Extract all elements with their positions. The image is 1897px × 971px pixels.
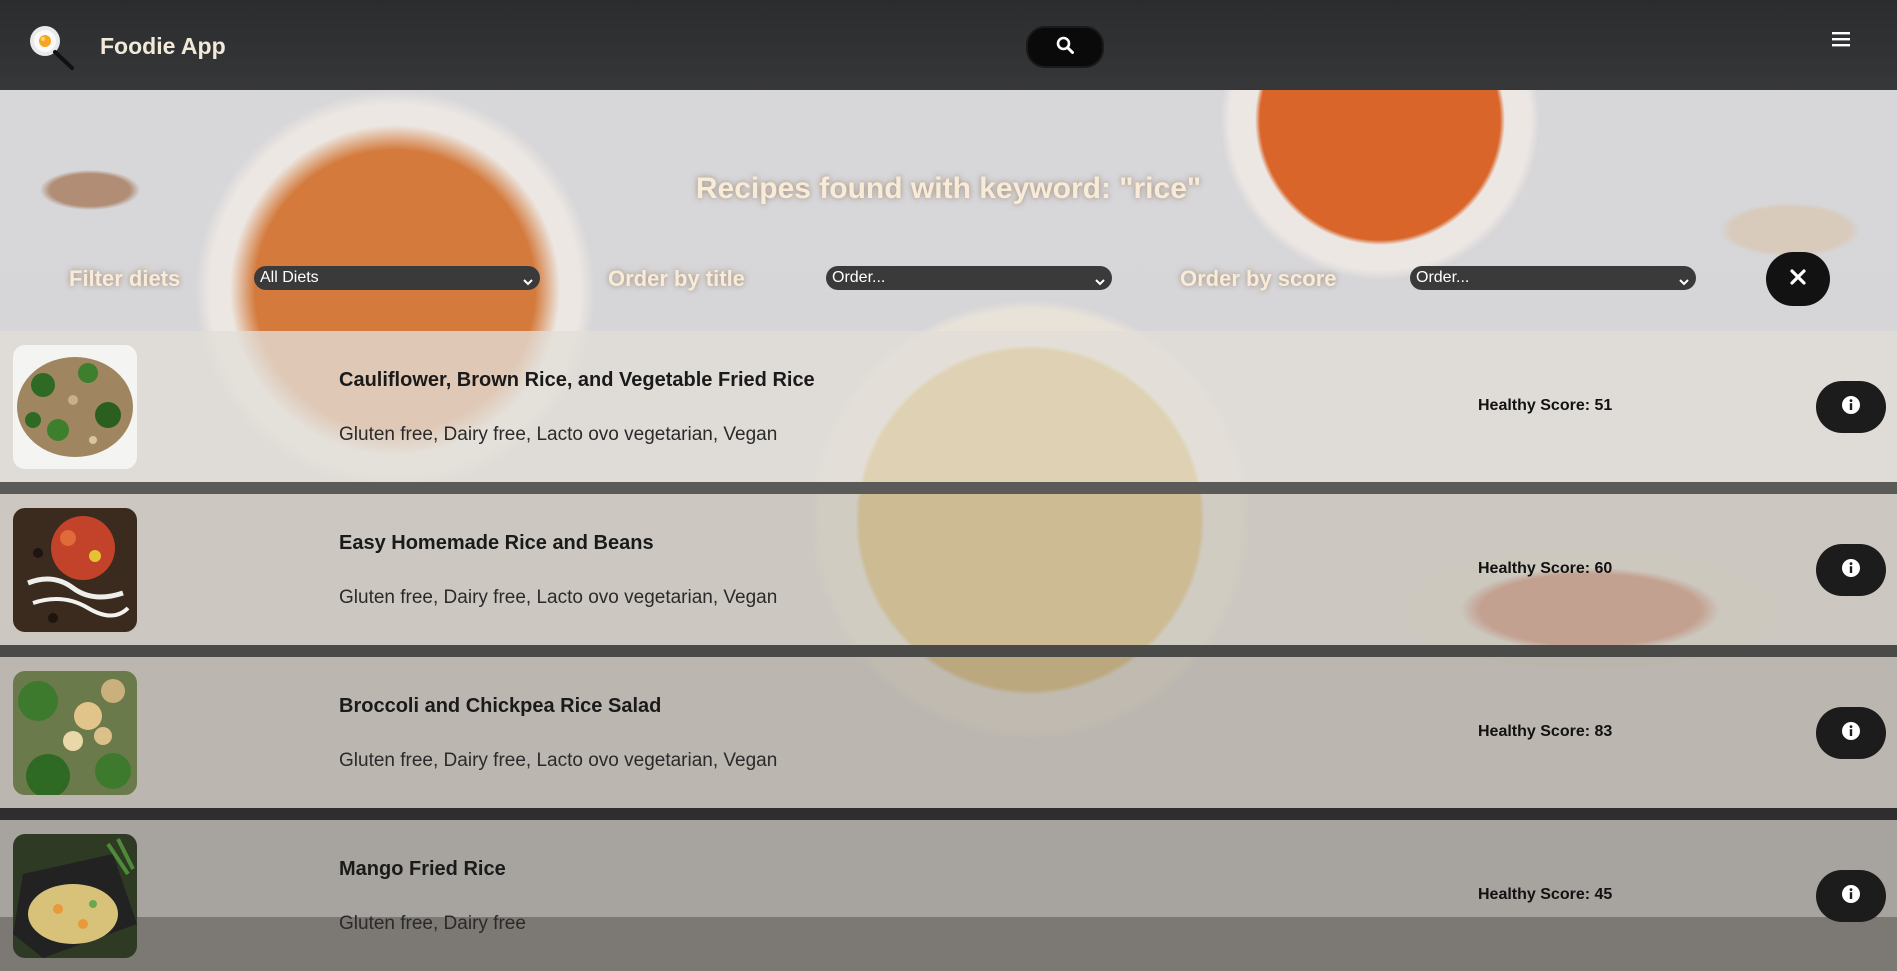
recipe-info-button[interactable] (1816, 381, 1886, 433)
close-icon (1789, 268, 1807, 290)
row-divider (0, 808, 1897, 820)
recipe-info-button[interactable] (1816, 870, 1886, 922)
recipe-diets: Gluten free, Dairy free, Lacto ovo veget… (339, 587, 778, 608)
order-title-label: Order by title (608, 266, 745, 291)
row-divider (0, 482, 1897, 494)
top-navbar: Foodie App (0, 0, 1897, 90)
recipe-title[interactable]: Broccoli and Chickpea Rice Salad (339, 695, 661, 718)
page-heading: Recipes found with keyword: "rice" (695, 172, 1202, 205)
recipe-info-button[interactable] (1816, 707, 1886, 759)
recipe-thumbnail[interactable] (13, 345, 137, 469)
healthy-score: Healthy Score: 51 (1478, 397, 1613, 414)
search-icon (1056, 36, 1074, 58)
recipe-row[interactable]: Broccoli and Chickpea Rice Salad Gluten … (0, 657, 1897, 808)
app-title[interactable]: Foodie App (100, 33, 226, 60)
order-title-select-value: Order... (832, 269, 886, 286)
clear-filters-button[interactable] (1766, 252, 1830, 306)
diet-select-value: All Diets (260, 269, 319, 286)
recipe-diets: Gluten free, Dairy free, Lacto ovo veget… (339, 424, 778, 445)
info-icon (1841, 395, 1861, 419)
info-icon (1841, 884, 1861, 908)
recipe-title[interactable]: Mango Fried Rice (339, 858, 506, 881)
frying-pan-egg-icon[interactable] (28, 24, 74, 70)
row-divider (0, 645, 1897, 657)
healthy-score: Healthy Score: 83 (1478, 723, 1613, 740)
info-icon (1841, 721, 1861, 745)
chevron-down-icon (1094, 272, 1106, 286)
hamburger-menu-icon[interactable] (1830, 29, 1854, 51)
order-score-label: Order by score (1180, 266, 1337, 291)
filter-diets-label: Filter diets (69, 266, 181, 291)
recipe-title[interactable]: Cauliflower, Brown Rice, and Vegetable F… (339, 369, 815, 392)
order-score-select[interactable]: Order... (1410, 266, 1696, 290)
diet-select[interactable]: All Diets (254, 266, 540, 290)
search-button[interactable] (1026, 26, 1104, 68)
recipe-row[interactable]: Cauliflower, Brown Rice, and Vegetable F… (0, 331, 1897, 482)
healthy-score: Healthy Score: 60 (1478, 560, 1613, 577)
recipe-diets: Gluten free, Dairy free, Lacto ovo veget… (339, 750, 778, 771)
recipe-thumbnail[interactable] (13, 508, 137, 632)
recipe-thumbnail[interactable] (13, 671, 137, 795)
order-title-select[interactable]: Order... (826, 266, 1112, 290)
chevron-down-icon (522, 272, 534, 286)
info-icon (1841, 558, 1861, 582)
recipe-thumbnail[interactable] (13, 834, 137, 958)
recipe-row[interactable]: Easy Homemade Rice and Beans Gluten free… (0, 494, 1897, 645)
chevron-down-icon (1678, 272, 1690, 286)
recipe-info-button[interactable] (1816, 544, 1886, 596)
recipe-title[interactable]: Easy Homemade Rice and Beans (339, 532, 654, 555)
recipe-row[interactable]: Mango Fried Rice Gluten free, Dairy free… (0, 820, 1897, 971)
order-score-select-value: Order... (1416, 269, 1470, 286)
healthy-score: Healthy Score: 45 (1478, 886, 1613, 903)
recipe-diets: Gluten free, Dairy free (339, 913, 526, 934)
